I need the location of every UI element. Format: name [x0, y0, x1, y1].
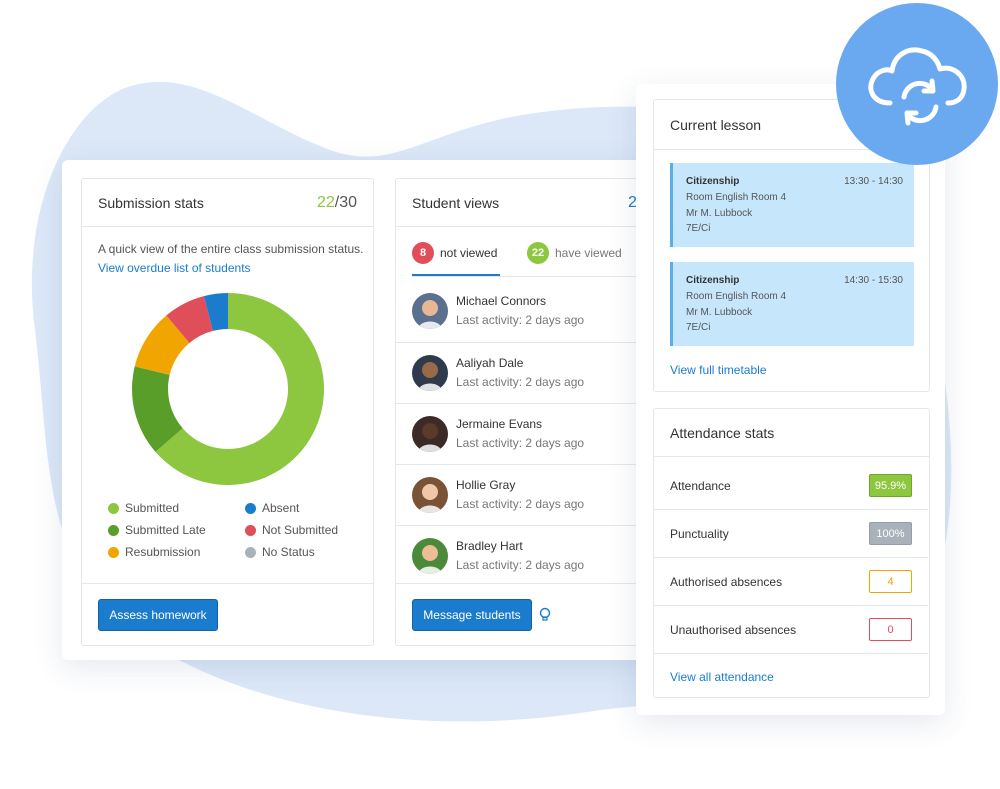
student-row[interactable]: Hollie Gray Last activity: 2 days ago [396, 464, 636, 525]
attendance-stats-card: Attendance stats Attendance 95.9% Punctu… [653, 408, 930, 698]
lesson-class: 7E/Ci [686, 223, 711, 234]
attendance-label: Attendance [670, 479, 731, 493]
student-views-footer-divider [396, 583, 655, 584]
legend-dot [245, 502, 256, 514]
attendance-stats-header: Attendance stats [654, 409, 929, 457]
lesson-subject: Citizenship [686, 176, 740, 187]
student-views-card: Student views 2 8 not viewed 22 have vie… [395, 178, 655, 646]
have-viewed-label: have viewed [555, 246, 622, 260]
submission-stats-card: Submission stats 22/30 A quick view of t… [81, 178, 374, 646]
submission-donut-chart [131, 293, 324, 485]
not-viewed-label: not viewed [440, 246, 498, 260]
student-name: Jermaine Evans [456, 417, 543, 431]
legend-label: Resubmission [125, 545, 201, 559]
legend-dot [108, 502, 119, 514]
lesson-room: Room English Room 4 [686, 192, 787, 203]
assess-homework-button[interactable]: Assess homework [98, 599, 218, 631]
student-avatar [412, 538, 448, 574]
lesson-entry[interactable]: Citizenship 14:30 - 15:30 Room English R… [670, 262, 914, 346]
legend-item: Absent [245, 501, 299, 515]
student-views-header: Student views 2 [396, 179, 655, 227]
lightbulb-icon[interactable] [539, 607, 551, 628]
legend-dot [245, 524, 256, 536]
unauthorised-absences-row: Unauthorised absences 0 [654, 606, 928, 654]
lesson-room: Room English Room 4 [686, 291, 787, 302]
student-row[interactable]: Michael Connors Last activity: 2 days ago [396, 281, 636, 342]
punctuality-value: 100% [869, 522, 912, 545]
lesson-subject: Citizenship [686, 275, 740, 286]
legend-item: Resubmission [108, 545, 200, 559]
lesson-class: 7E/Ci [686, 322, 711, 333]
lesson-time: 14:30 - 15:30 [844, 275, 903, 286]
student-avatar [412, 477, 448, 513]
legend-item: Not Submitted [245, 523, 338, 537]
view-all-attendance-link[interactable]: View all attendance [670, 670, 774, 684]
cloud-sync-icon [868, 47, 967, 126]
legend-item: Submitted Late [108, 523, 206, 537]
authorised-absences-value: 4 [869, 570, 912, 593]
legend-label: No Status [262, 545, 315, 559]
submission-count-total: /30 [334, 193, 357, 211]
legend-label: Submitted [125, 501, 180, 515]
attendance-row: Attendance 95.9% [654, 462, 928, 510]
student-last-activity: Last activity: 2 days ago [456, 497, 585, 511]
student-name: Bradley Hart [456, 539, 523, 553]
student-last-activity: Last activity: 2 days ago [456, 313, 585, 327]
tab-not-viewed[interactable]: 8 not viewed [412, 242, 500, 276]
lesson-entry[interactable]: Citizenship 13:30 - 14:30 Room English R… [670, 163, 914, 247]
student-row[interactable]: Bradley Hart Last activity: 2 days ago [396, 525, 636, 586]
lesson-teacher: Mr M. Lubbock [686, 208, 753, 219]
legend-dot [245, 546, 256, 558]
legend-item: No Status [245, 545, 315, 559]
current-lesson-title: Current lesson [670, 116, 762, 133]
attendance-value: 95.9% [869, 474, 912, 497]
punctuality-label: Punctuality [670, 527, 729, 541]
submission-count: 22/30 [317, 194, 357, 212]
overdue-list-link[interactable]: View overdue list of students [98, 261, 251, 275]
not-viewed-count-badge: 8 [412, 242, 434, 264]
tabs-divider [412, 276, 655, 277]
legend-dot [108, 524, 119, 536]
unauthorised-absences-value: 0 [869, 618, 912, 641]
legend-item: Submitted [108, 501, 179, 515]
student-name: Michael Connors [456, 294, 547, 308]
legend-dot [108, 546, 119, 558]
submission-stats-title: Submission stats [98, 194, 204, 211]
legend-label: Absent [262, 501, 300, 515]
student-last-activity: Last activity: 2 days ago [456, 558, 585, 572]
submission-footer-divider [82, 583, 373, 584]
attendance-stats-title: Attendance stats [670, 424, 775, 441]
have-viewed-count-badge: 22 [527, 242, 549, 264]
submission-stats-header: Submission stats 22/30 [82, 179, 373, 227]
student-last-activity: Last activity: 2 days ago [456, 375, 585, 389]
student-avatar [412, 355, 448, 391]
submission-count-done: 22 [316, 193, 335, 211]
legend-label: Submitted Late [125, 523, 206, 537]
tab-have-viewed[interactable]: 22 have viewed [527, 242, 622, 276]
legend-label: Not Submitted [262, 523, 339, 537]
student-name: Hollie Gray [456, 478, 516, 492]
student-row[interactable]: Jermaine Evans Last activity: 2 days ago [396, 403, 636, 464]
message-students-button[interactable]: Message students [412, 599, 532, 631]
submission-description: A quick view of the entire class submiss… [98, 242, 364, 256]
student-avatar [412, 416, 448, 452]
unauthorised-absences-label: Unauthorised absences [670, 623, 797, 637]
student-last-activity: Last activity: 2 days ago [456, 436, 585, 450]
lesson-time: 13:30 - 14:30 [844, 176, 903, 187]
punctuality-row: Punctuality 100% [654, 510, 928, 558]
view-timetable-link[interactable]: View full timetable [670, 363, 767, 377]
student-row[interactable]: Aaliyah Dale Last activity: 2 days ago [396, 342, 636, 403]
authorised-absences-label: Authorised absences [670, 575, 783, 589]
lesson-teacher: Mr M. Lubbock [686, 307, 753, 318]
student-name: Aaliyah Dale [456, 356, 524, 370]
student-avatar [412, 293, 448, 329]
student-views-title: Student views [412, 194, 500, 211]
authorised-absences-row: Authorised absences 4 [654, 558, 928, 606]
cloud-sync-badge [836, 3, 998, 165]
